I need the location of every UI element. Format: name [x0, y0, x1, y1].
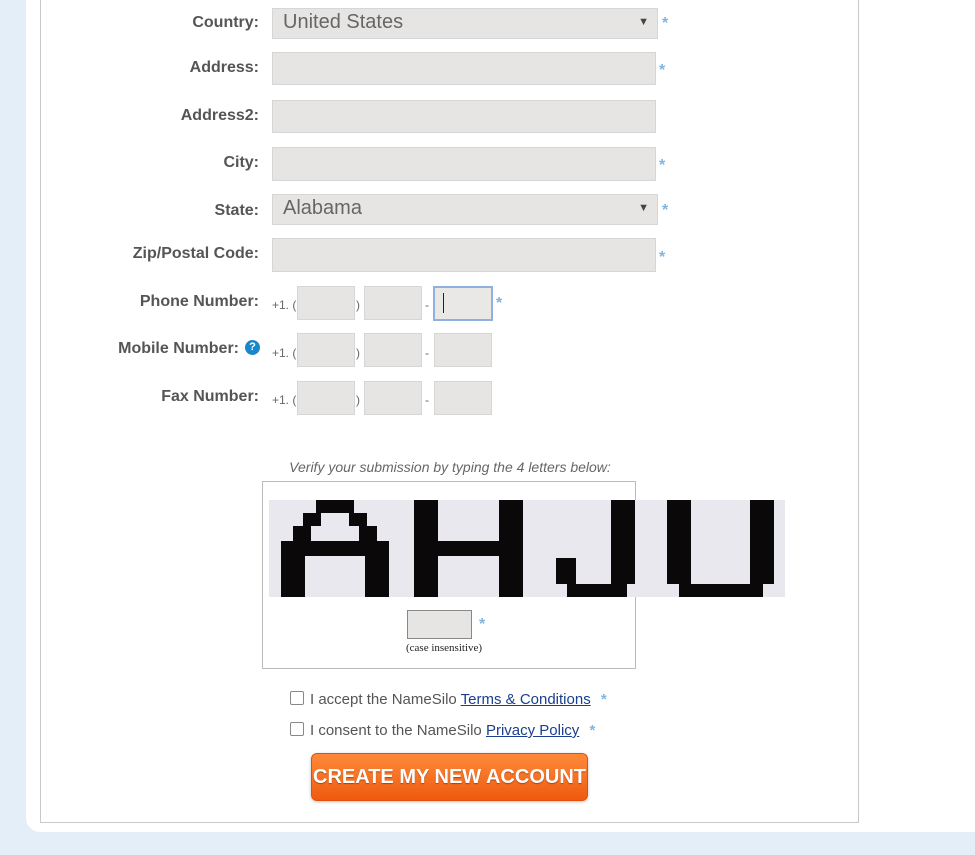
terms-consent-row: I accept the NameSilo Terms & Conditions… [290, 691, 607, 708]
required-marker: * [479, 616, 486, 633]
terms-text: I accept the NameSilo [310, 691, 461, 708]
terms-checkbox[interactable] [290, 691, 304, 706]
mobile-area-code-field[interactable] [297, 333, 355, 367]
privacy-consent-row: I consent to the NameSilo Privacy Policy… [290, 722, 595, 739]
terms-link[interactable]: Terms & Conditions [461, 691, 591, 708]
state-select[interactable]: Alabama ▼ [272, 194, 658, 225]
phone-area-code-field[interactable] [297, 286, 355, 320]
address2-field[interactable] [272, 100, 656, 133]
fax-label: Fax Number: [161, 388, 259, 405]
required-marker: * [496, 295, 503, 312]
country-label: Country: [192, 14, 259, 31]
paren-close: ) [356, 298, 360, 312]
mobile-line-field[interactable] [434, 333, 492, 367]
captcha-case-note: (case insensitive) [406, 642, 483, 654]
fax-country-code: +1. ( [272, 393, 297, 407]
paren-close: ) [356, 346, 360, 360]
zip-label: Zip/Postal Code: [132, 245, 259, 262]
captcha-letters-graphic [281, 500, 774, 597]
address2-label: Address2: [180, 107, 259, 124]
dash: - [425, 298, 429, 312]
fax-prefix-field[interactable] [364, 381, 422, 415]
state-label: State: [214, 202, 259, 219]
phone-label: Phone Number: [139, 293, 259, 310]
captcha-input[interactable] [407, 610, 472, 639]
fax-line-field[interactable] [434, 381, 492, 415]
paren-close: ) [356, 393, 360, 407]
state-value: Alabama [283, 197, 362, 219]
phone-line-field[interactable] [433, 286, 493, 321]
required-marker: * [659, 249, 666, 266]
required-marker: * [589, 722, 596, 739]
zip-field[interactable] [272, 238, 656, 272]
mobile-prefix-field[interactable] [364, 333, 422, 367]
required-marker: * [659, 62, 666, 79]
required-marker: * [659, 157, 666, 174]
country-value: United States [283, 11, 404, 33]
create-account-button[interactable]: CREATE MY NEW ACCOUNT [311, 753, 588, 801]
mobile-country-code: +1. ( [272, 346, 297, 360]
privacy-text: I consent to the NameSilo [310, 722, 486, 739]
privacy-checkbox[interactable] [290, 722, 304, 737]
phone-prefix-field[interactable] [364, 286, 422, 320]
fax-area-code-field[interactable] [297, 381, 355, 415]
help-icon[interactable]: ? [245, 340, 260, 355]
city-label: City: [223, 154, 259, 171]
mobile-label: Mobile Number: [118, 340, 239, 357]
dash: - [425, 346, 429, 360]
chevron-down-icon: ▼ [638, 16, 649, 28]
phone-country-code: +1. ( [272, 298, 297, 312]
city-field[interactable] [272, 147, 656, 181]
required-marker: * [662, 15, 669, 32]
country-select[interactable]: United States ▼ [272, 8, 658, 39]
captcha-image [269, 500, 785, 597]
required-marker: * [662, 202, 669, 219]
required-marker: * [600, 691, 607, 708]
address-label: Address: [189, 59, 259, 76]
address-field[interactable] [272, 52, 656, 85]
chevron-down-icon: ▼ [638, 202, 649, 214]
captcha-instruction: Verify your submission by typing the 4 l… [289, 459, 611, 475]
text-caret [443, 293, 444, 313]
privacy-link[interactable]: Privacy Policy [486, 722, 579, 739]
dash: - [425, 393, 429, 407]
